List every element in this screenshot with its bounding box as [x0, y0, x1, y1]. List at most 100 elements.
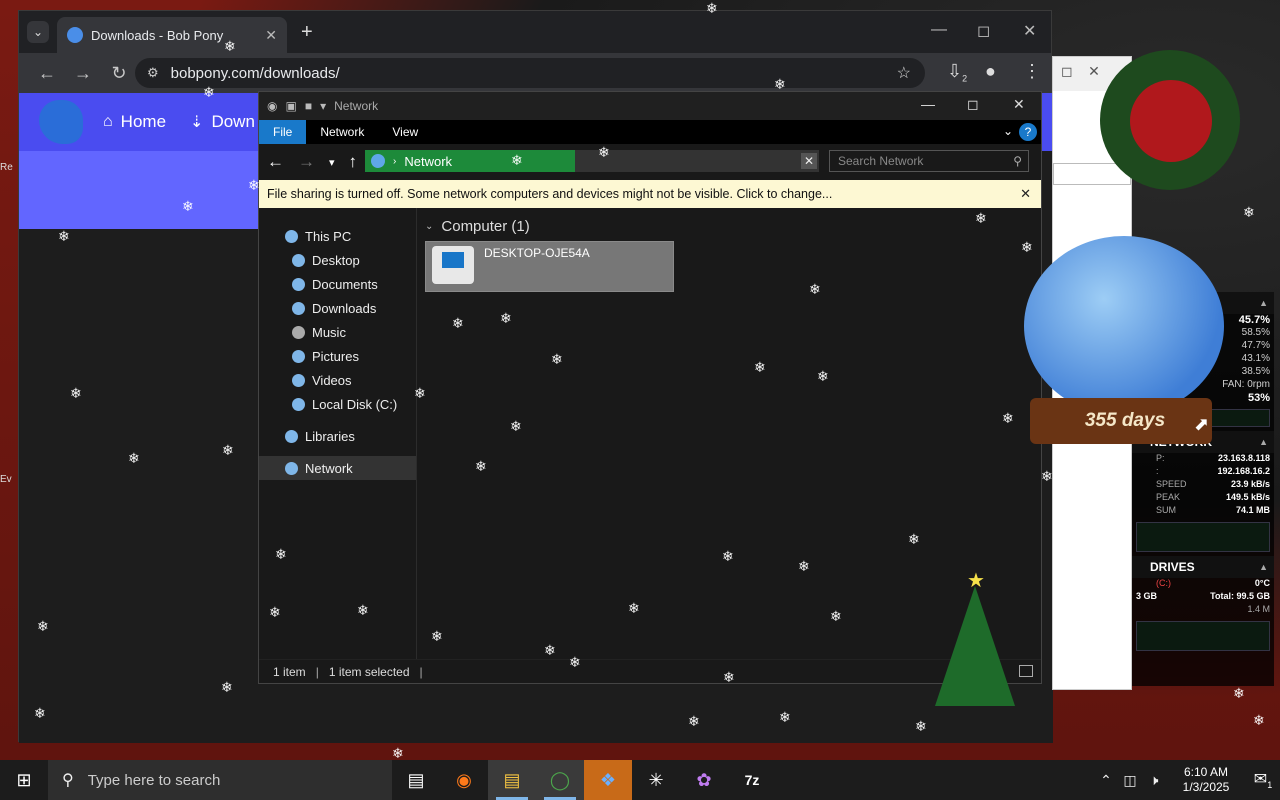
details-view-icon[interactable] — [1019, 665, 1033, 677]
clock-time: 6:10 AM — [1183, 765, 1229, 779]
file-explorer-icon[interactable]: ▤ — [488, 760, 536, 800]
expand-ribbon-icon[interactable]: ⌄ — [1003, 124, 1013, 138]
download-icon: ⇣ — [190, 114, 204, 131]
tab-search-button[interactable]: ⌄ — [27, 21, 49, 43]
chrome-icon[interactable]: ◯ — [536, 760, 584, 800]
tab-downloads[interactable]: Downloads - Bob Pony ✕ — [57, 17, 287, 53]
quick-access-properties-icon[interactable]: ▣ — [285, 99, 296, 113]
sum-value: 74.1 MB — [1235, 505, 1270, 515]
clear-address-icon[interactable]: ✕ — [801, 153, 817, 169]
sum-row: SUM 74.1 MB — [1132, 505, 1274, 518]
collapse-icon[interactable]: ▲ — [1259, 298, 1268, 308]
taskbar-search[interactable]: ⚲ Type here to search — [48, 760, 392, 800]
up-one-level-button[interactable]: ↑ — [349, 152, 358, 172]
explorer-back-button[interactable]: ← — [267, 152, 284, 172]
collapse-icon[interactable]: ▲ — [1259, 437, 1268, 447]
nav-item-downloads[interactable]: Downloads — [259, 296, 416, 320]
desktop-icon-peek[interactable]: Ev — [0, 474, 18, 496]
nav-item-network[interactable]: Network — [259, 456, 416, 480]
drive-graph — [1136, 621, 1270, 651]
site-info-icon[interactable]: ⚙ — [147, 65, 159, 81]
nav-item-videos[interactable]: Videos — [259, 368, 416, 392]
chevron-down-icon[interactable]: ⌄ — [425, 221, 433, 232]
snip-tool-icon[interactable]: ✳ — [632, 760, 680, 800]
ribbon-tab-network[interactable]: Network — [306, 120, 378, 144]
bobpony-logo[interactable] — [39, 100, 83, 144]
nav-item-libraries[interactable]: Libraries — [259, 424, 416, 448]
notification-center-icon[interactable]: ✉1 — [1246, 769, 1280, 790]
explorer-forward-button[interactable]: → — [298, 152, 315, 172]
tray-overflow-icon[interactable]: ⌃ — [1094, 772, 1118, 789]
desktop-folder-icon — [292, 253, 305, 267]
task-view-icon[interactable]: ▤ — [392, 760, 440, 800]
reload-button[interactable]: ↻ — [101, 63, 137, 84]
nav-downloads-link[interactable]: ⇣ Down — [190, 112, 255, 132]
explorer-address-bar[interactable]: › Network ✕ — [365, 150, 819, 172]
videos-folder-icon — [292, 373, 305, 387]
quick-access-new-folder-icon[interactable]: ■ — [305, 99, 312, 113]
help-icon[interactable]: ? — [1019, 123, 1037, 141]
desktop-icon-peek[interactable]: Re — [0, 162, 18, 184]
nav-item-this-pc[interactable]: This PC — [259, 224, 416, 248]
ribbon-tab-file[interactable]: File — [259, 120, 307, 144]
ribbon-tab-view[interactable]: View — [378, 120, 432, 144]
profile-icon[interactable]: ● — [985, 61, 996, 82]
christmas-tree-gadget[interactable]: ★ — [930, 568, 1020, 728]
download-count-badge: 2 — [962, 73, 968, 84]
taskbar-clock[interactable]: 6:10 AM 1/3/2025 — [1166, 765, 1246, 795]
nav-home-link[interactable]: ⌂ Home — [103, 112, 166, 132]
bookmark-star-icon[interactable]: ☆ — [897, 63, 911, 83]
taskbar-search-placeholder: Type here to search — [87, 771, 221, 789]
7zip-icon[interactable]: 7z — [728, 760, 776, 800]
file-sharing-infobar[interactable]: File sharing is turned off. Some network… — [259, 180, 1041, 208]
star-icon: ★ — [967, 570, 985, 592]
globe-ball — [1024, 236, 1224, 416]
app-icon[interactable]: ✿ — [680, 760, 728, 800]
bobpony-favicon-icon — [67, 27, 83, 43]
volume-muted-icon[interactable]: 🕨 — [1142, 772, 1166, 789]
drives-section-header[interactable]: DRIVES ▲ — [1132, 556, 1274, 578]
explorer-search-input[interactable]: Search Network ⚲ — [829, 150, 1029, 172]
network-icon — [285, 461, 298, 475]
explorer-minimize-button[interactable]: — — [921, 96, 935, 112]
group-header[interactable]: ⌄ Computer (1) — [425, 218, 1033, 235]
close-tab-icon[interactable]: ✕ — [265, 27, 277, 44]
breadcrumb-network[interactable]: › Network — [365, 150, 575, 172]
close-window-button[interactable]: ✕ — [1023, 21, 1036, 41]
explorer-close-button[interactable]: ✕ — [1013, 96, 1025, 113]
nav-item-documents[interactable]: Documents — [259, 272, 416, 296]
address-bar[interactable]: ⚙ bobpony.com/downloads/ ☆ — [135, 58, 925, 88]
quick-access-dropdown-icon[interactable]: ▾ — [320, 99, 326, 113]
network-graph — [1136, 522, 1270, 552]
start-button[interactable]: ⊞ — [0, 760, 48, 800]
new-tab-button[interactable]: + — [301, 21, 313, 44]
nav-item-music[interactable]: Music — [259, 320, 416, 344]
firefox-icon[interactable]: ◉ — [440, 760, 488, 800]
days-countdown: 355 days — [1084, 410, 1166, 431]
menu-kebab-icon[interactable]: ⋮ — [1023, 61, 1041, 82]
infobar-close-icon[interactable]: ✕ — [1020, 186, 1031, 202]
nav-item-pictures[interactable]: Pictures — [259, 344, 416, 368]
nav-item-local-disk[interactable]: Local Disk (C:) — [259, 392, 416, 416]
christmas-clock-gadget[interactable] — [1100, 40, 1250, 210]
computer-item[interactable]: DESKTOP-OJE54A — [425, 241, 674, 292]
downloads-icon[interactable]: ⇩2 — [947, 61, 967, 84]
app-icon[interactable]: ❖ — [584, 760, 632, 800]
computer-icon — [432, 246, 474, 284]
network-status-icon[interactable]: ◫ — [1118, 772, 1142, 789]
minimize-button[interactable]: — — [931, 21, 947, 39]
maximize-button[interactable]: ◻ — [977, 21, 990, 41]
explorer-maximize-button[interactable]: ◻ — [967, 96, 979, 113]
breadcrumb-label: Network — [404, 153, 453, 169]
nav-item-desktop[interactable]: Desktop — [259, 248, 416, 272]
network-app-icon: ◉ — [267, 99, 278, 113]
collapse-icon[interactable]: ▲ — [1259, 562, 1268, 572]
breadcrumb-chevron-icon[interactable]: › — [393, 156, 396, 167]
documents-folder-icon — [292, 277, 305, 291]
recent-locations-icon[interactable]: ▾ — [329, 156, 335, 169]
drive-rate-row: 1.4 M — [1132, 604, 1274, 617]
back-button[interactable]: ← — [29, 63, 65, 84]
forward-button[interactable]: → — [65, 63, 101, 84]
explorer-address-row: ← → ▾ ↑ › Network ✕ Search Network ⚲ — [259, 144, 1041, 180]
search-placeholder: Search Network — [838, 154, 924, 168]
